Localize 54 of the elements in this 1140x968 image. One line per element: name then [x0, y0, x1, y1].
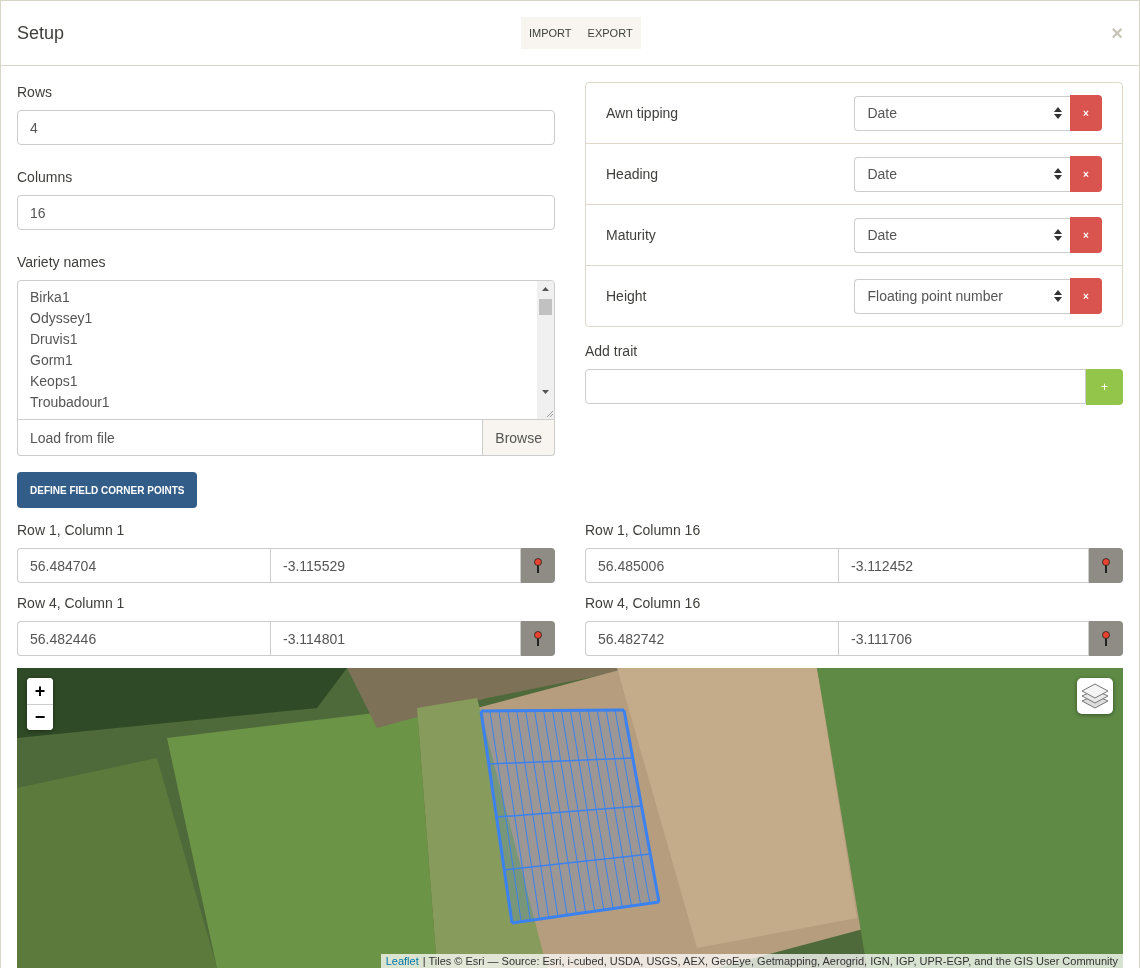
corner-label: Row 4, Column 1 — [17, 595, 126, 611]
zoom-out-button[interactable]: − — [27, 704, 53, 730]
layers-button[interactable] — [1077, 678, 1113, 714]
corner-label: Row 4, Column 16 — [585, 595, 702, 611]
zoom-in-button[interactable]: + — [27, 678, 53, 704]
map-pin-icon — [534, 557, 542, 574]
latitude-input-field[interactable]: 56.482742 — [585, 621, 838, 656]
add-trait-input-field[interactable] — [585, 369, 1086, 404]
define-corner-points-button[interactable]: DEFINE FIELD CORNER POINTS — [17, 472, 198, 508]
trait-type-select[interactable]: Date — [854, 95, 1071, 131]
sort-caret-icon — [1054, 107, 1063, 119]
longitude-input-field[interactable]: -3.112452 — [838, 548, 1089, 583]
map-attribution: | Tiles © Esri — Source: Esri, i-cubed, USDA, USGS, AEX, GeoEye, Getmapping, Aerogrid, IGN, IGP, UPR-EGP, and the GIS User Community — [422, 955, 1118, 967]
map-pin-icon — [534, 630, 542, 647]
longitude-input-field[interactable]: -3.111706 — [838, 621, 1089, 656]
field-label: Add trait — [585, 343, 639, 359]
trait-name: Height — [606, 288, 648, 304]
layers-icon — [1081, 683, 1109, 709]
remove-trait-button[interactable]: × — [1070, 278, 1102, 314]
trait-type-select[interactable]: Floating point number — [854, 278, 1071, 314]
pick-location-button[interactable] — [521, 548, 555, 583]
latitude-input-field[interactable]: 56.485006 — [585, 548, 838, 583]
rows-input-field[interactable]: 4 — [17, 110, 555, 145]
corner-label: Row 1, Column 1 — [17, 522, 126, 538]
trait-type-select[interactable]: Date — [854, 156, 1071, 192]
trait-type-select[interactable]: Date — [854, 217, 1071, 253]
field-label: Rows — [17, 84, 53, 100]
field-label: Variety names — [17, 254, 107, 270]
corner-label: Row 1, Column 16 — [585, 522, 702, 538]
satellite-map-photo[interactable] — [17, 668, 1123, 968]
map-pin-icon — [1102, 557, 1110, 574]
pick-location-button[interactable] — [1089, 548, 1123, 583]
file-input-field[interactable]: Load from file — [17, 420, 484, 456]
sort-caret-icon — [1054, 168, 1063, 180]
remove-trait-button[interactable]: × — [1070, 95, 1102, 131]
field-label: Columns — [17, 169, 74, 185]
remove-trait-button[interactable]: × — [1070, 217, 1102, 253]
latitude-input-field[interactable]: 56.482446 — [17, 621, 270, 656]
browse-button[interactable]: Browse — [483, 420, 555, 456]
trait-name: Heading — [606, 166, 660, 182]
sort-caret-icon — [1054, 290, 1063, 302]
pick-location-button[interactable] — [521, 621, 555, 656]
latitude-input-field[interactable]: 56.484704 — [17, 548, 270, 583]
pick-location-button[interactable] — [1089, 621, 1123, 656]
remove-trait-button[interactable]: × — [1070, 156, 1102, 192]
trait-name: Awn tipping — [606, 105, 680, 121]
sort-caret-icon — [1054, 229, 1063, 241]
longitude-input-field[interactable]: -3.115529 — [270, 548, 521, 583]
leaflet-link[interactable]: Leaflet — [385, 955, 419, 967]
columns-input-field[interactable]: 16 — [17, 195, 555, 230]
longitude-input-field[interactable]: -3.114801 — [270, 621, 521, 656]
window-title: Setup — [17, 22, 65, 44]
map-pin-icon — [1102, 630, 1110, 647]
trait-name: Maturity — [606, 227, 657, 243]
